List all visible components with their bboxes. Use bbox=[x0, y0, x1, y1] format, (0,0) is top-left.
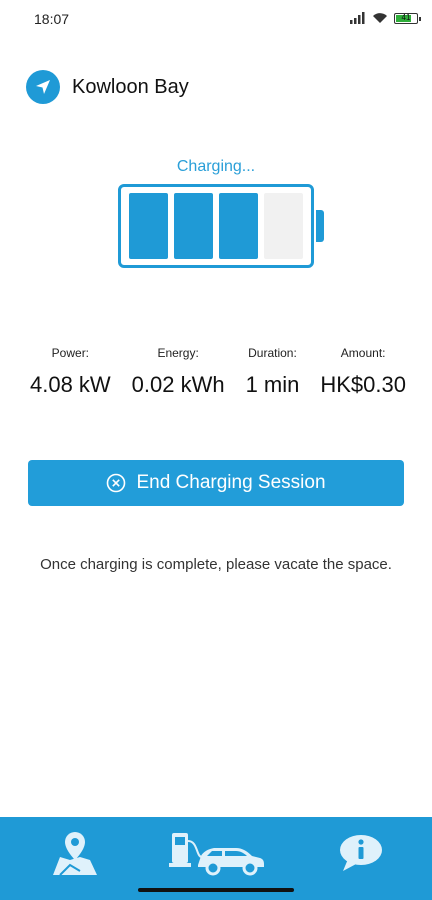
battery-graphic bbox=[118, 184, 314, 268]
charging-stats: Power: 4.08 kW Energy: 0.02 kWh Duration… bbox=[30, 346, 406, 398]
battery-cell-filled bbox=[129, 193, 168, 259]
stat-value: HK$0.30 bbox=[320, 372, 406, 397]
end-charging-session-button[interactable]: End Charging Session bbox=[28, 460, 404, 506]
map-location-icon bbox=[53, 832, 97, 876]
battery-percent: 41 bbox=[401, 12, 411, 22]
signal-icon bbox=[350, 12, 365, 24]
nav-info[interactable] bbox=[338, 833, 384, 873]
vacate-notice: Once charging is complete, please vacate… bbox=[40, 556, 392, 573]
navigation-arrow-icon bbox=[26, 70, 60, 104]
battery-cell-filled bbox=[174, 193, 213, 259]
stat-duration: Duration: 1 min bbox=[246, 346, 300, 398]
close-circle-icon bbox=[107, 473, 126, 493]
end-button-label: End Charging Session bbox=[136, 472, 326, 493]
stat-energy: Energy: 0.02 kWh bbox=[132, 346, 225, 398]
stat-label: Energy: bbox=[157, 346, 199, 360]
stat-power: Power: 4.08 kW bbox=[30, 346, 111, 398]
stat-value: 4.08 kW bbox=[30, 372, 111, 397]
status-icons: 41 bbox=[350, 12, 421, 24]
status-bar: 18:07 41 bbox=[0, 0, 432, 40]
battery-tip bbox=[316, 210, 324, 242]
battery-cells bbox=[129, 193, 303, 259]
home-indicator bbox=[138, 888, 294, 892]
battery-cell-filled bbox=[219, 193, 258, 259]
stat-label: Power: bbox=[51, 346, 90, 360]
location-header[interactable]: Kowloon Bay bbox=[26, 70, 189, 104]
battery-icon: 41 bbox=[394, 12, 421, 24]
stat-value: 0.02 kWh bbox=[131, 372, 225, 397]
stat-amount: Amount: HK$0.30 bbox=[320, 346, 406, 398]
stat-label: Duration: bbox=[248, 346, 297, 360]
ev-charging-car-icon bbox=[169, 833, 264, 876]
battery-cell-empty bbox=[264, 193, 303, 259]
info-bubble-icon bbox=[340, 835, 382, 871]
stat-label: Amount: bbox=[340, 346, 386, 360]
stat-value: 1 min bbox=[245, 372, 300, 397]
status-time: 18:07 bbox=[34, 11, 70, 27]
nav-map[interactable] bbox=[50, 829, 100, 877]
nav-charging[interactable] bbox=[168, 827, 266, 879]
wifi-icon bbox=[373, 13, 387, 23]
location-name: Kowloon Bay bbox=[72, 75, 189, 98]
charging-status: Charging... bbox=[176, 158, 256, 175]
